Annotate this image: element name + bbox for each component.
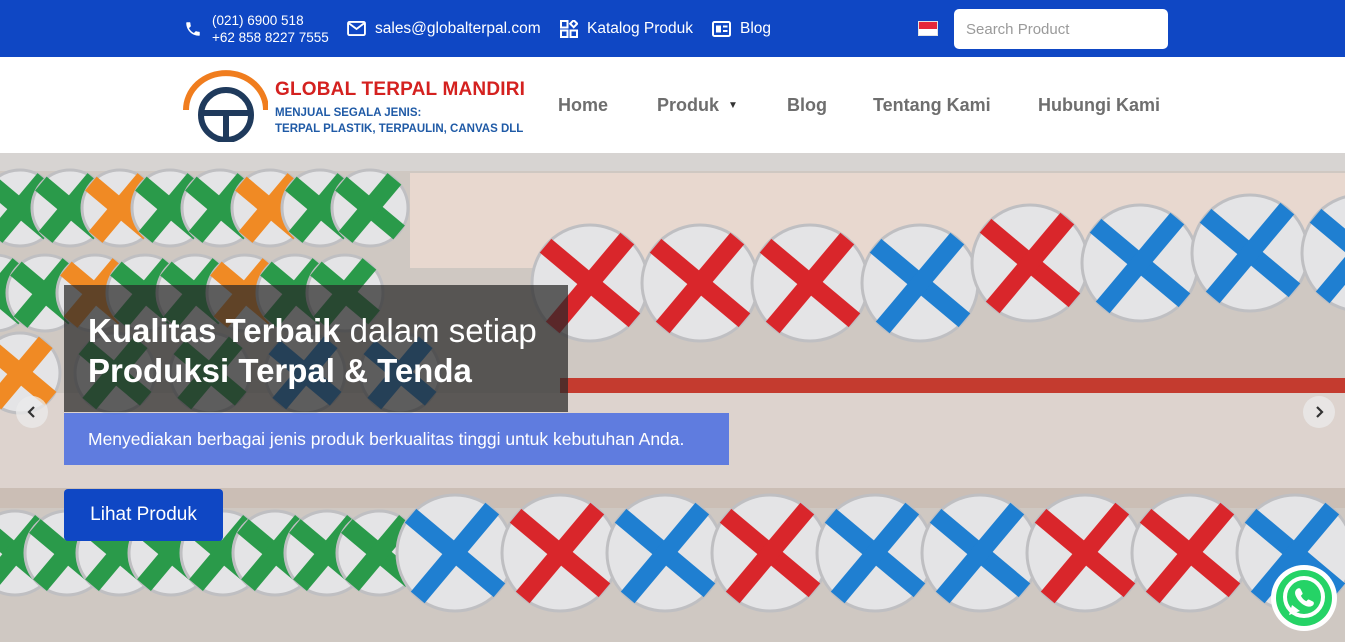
nav-produk-label[interactable]: Produk bbox=[657, 95, 719, 116]
blog-label[interactable]: Blog bbox=[740, 20, 771, 38]
top-bar: (021) 6900 518 +62 858 8227 7555 sales@g… bbox=[0, 0, 1345, 57]
main-header: GLOBAL TERPAL MANDIRI MENJUAL SEGALA JEN… bbox=[0, 57, 1345, 153]
brand-tagline-1: MENJUAL SEGALA JENIS: bbox=[275, 107, 422, 119]
hero-title-box: Kualitas Terbaik dalam setiap Produksi T… bbox=[64, 285, 568, 412]
whatsapp-button[interactable] bbox=[1269, 563, 1339, 633]
hero-title-rest: dalam setiap bbox=[340, 312, 537, 349]
brand-name[interactable]: GLOBAL TERPAL MANDIRI bbox=[275, 79, 525, 101]
whatsapp-icon bbox=[1271, 565, 1337, 631]
phone-contact[interactable]: (021) 6900 518 +62 858 8227 7555 bbox=[184, 0, 329, 57]
blog-icon bbox=[712, 20, 731, 37]
brand-block: GLOBAL TERPAL MANDIRI MENJUAL SEGALA JEN… bbox=[275, 79, 525, 137]
mail-icon bbox=[347, 21, 366, 36]
phone-number-2[interactable]: +62 858 8227 7555 bbox=[212, 29, 329, 46]
phone-number-1[interactable]: (021) 6900 518 bbox=[212, 12, 329, 29]
search-input[interactable] bbox=[954, 9, 1168, 49]
nav-hubungi-kami[interactable]: Hubungi Kami bbox=[1038, 57, 1160, 153]
phone-icon bbox=[184, 20, 202, 38]
catalog-icon bbox=[560, 19, 578, 38]
katalog-label[interactable]: Katalog Produk bbox=[587, 20, 693, 38]
blog-link[interactable]: Blog bbox=[712, 0, 771, 57]
email-label[interactable]: sales@globalterpal.com bbox=[375, 20, 541, 38]
chevron-left-icon bbox=[27, 406, 35, 418]
email-link[interactable]: sales@globalterpal.com bbox=[347, 0, 541, 57]
caret-down-icon[interactable]: ▼ bbox=[728, 100, 738, 111]
nav-home[interactable]: Home bbox=[558, 57, 608, 153]
hero-slider: Kualitas Terbaik dalam setiap Produksi T… bbox=[0, 153, 1345, 642]
nav-blog[interactable]: Blog bbox=[787, 57, 827, 153]
nav-produk[interactable]: Produk ▼ bbox=[657, 57, 738, 153]
company-logo[interactable] bbox=[182, 70, 269, 143]
hero-subtitle: Menyediakan berbagai jenis produk berkua… bbox=[64, 413, 729, 465]
hero-title-line-2: Produksi Terpal & Tenda bbox=[88, 352, 472, 389]
lihat-produk-button[interactable]: Lihat Produk bbox=[64, 489, 223, 541]
indonesia-flag-icon[interactable] bbox=[918, 21, 938, 36]
hero-title-bold: Kualitas Terbaik bbox=[88, 312, 341, 349]
hero-title-line-1: Kualitas Terbaik dalam setiap bbox=[88, 311, 537, 351]
nav-tentang-kami[interactable]: Tentang Kami bbox=[873, 57, 991, 153]
slider-next-button[interactable] bbox=[1303, 396, 1335, 428]
chevron-right-icon bbox=[1316, 406, 1324, 418]
slider-prev-button[interactable] bbox=[16, 396, 48, 428]
katalog-link[interactable]: Katalog Produk bbox=[560, 0, 693, 57]
brand-tagline-2: TERPAL PLASTIK, TERPAULIN, CANVAS DLL bbox=[275, 123, 524, 135]
